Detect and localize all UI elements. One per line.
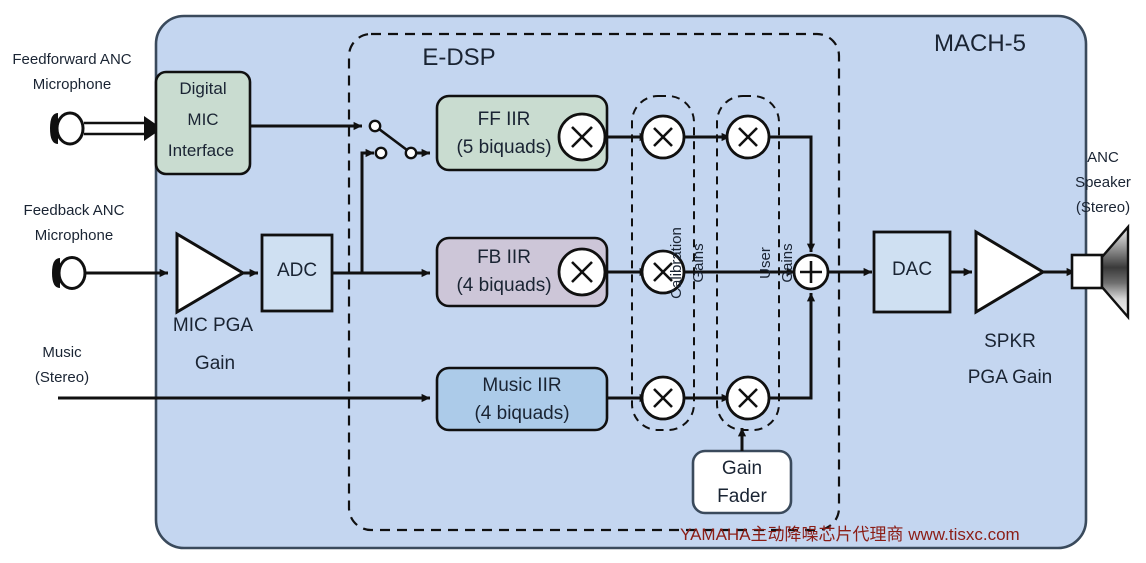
ff-iir-block[interactable]: [435, 94, 609, 172]
user-gain-multiplier-music[interactable]: [725, 375, 771, 421]
fb-iir-block[interactable]: [435, 236, 609, 308]
watermark-text: YAMAHA主动降噪芯片代理商 www.tisxc.com: [680, 525, 1020, 544]
diagram-canvas: Feedforward ANC Microphone Feedback ANC …: [0, 0, 1146, 563]
feedback-microphone-icon: [52, 256, 169, 290]
user-gain-multiplier-ff[interactable]: [725, 114, 771, 160]
calibration-gain-multiplier-ff[interactable]: [640, 114, 686, 160]
calibration-gain-multiplier-music[interactable]: [640, 375, 686, 421]
music-iir-block[interactable]: [435, 366, 609, 432]
block-diagram-svg: [50, 14, 1130, 550]
dac-block[interactable]: [872, 230, 952, 314]
summing-junction: [792, 253, 830, 291]
adc-block[interactable]: [260, 233, 334, 313]
digital-mic-interface-block[interactable]: [154, 70, 252, 176]
calibration-gain-multiplier-fb[interactable]: [640, 249, 686, 295]
feedforward-microphone-icon: [50, 111, 162, 146]
